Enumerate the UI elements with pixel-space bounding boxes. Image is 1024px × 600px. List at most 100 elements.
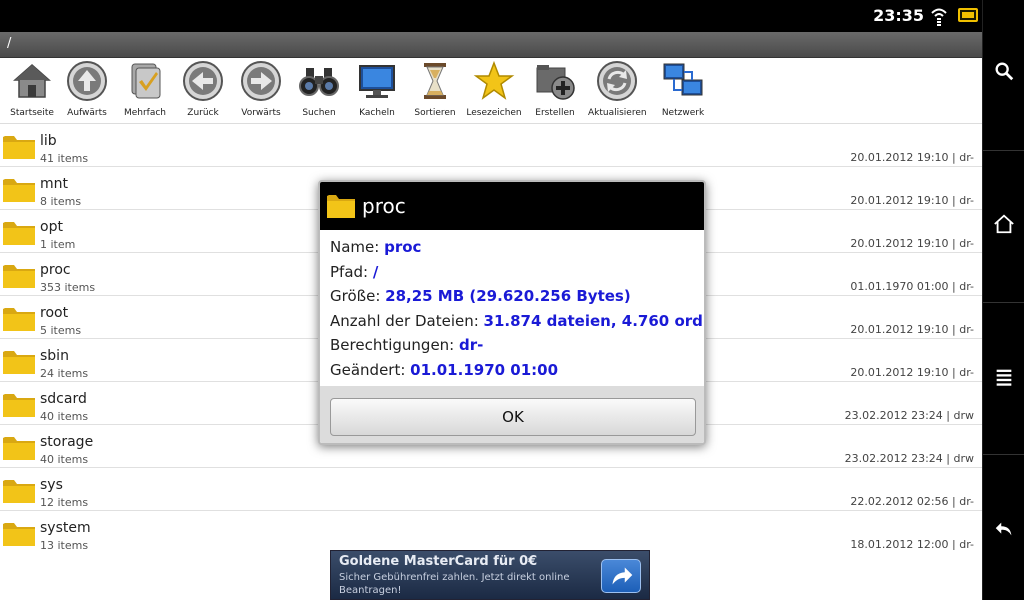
list-item[interactable]: sys 12 items 22.02.2012 02:56 | dr- bbox=[0, 468, 982, 511]
file-meta: 20.01.2012 19:10 | dr- bbox=[850, 151, 974, 164]
name-row: Name: proc bbox=[330, 238, 700, 263]
home-button[interactable]: Startseite bbox=[3, 60, 61, 122]
toolbar: Startseite Aufwärts Mehrfach Zurück Vorw… bbox=[0, 58, 982, 124]
file-count: 24 items bbox=[40, 367, 89, 380]
ad-text: Sicher Gebührenfrei zahlen. Jetzt direkt… bbox=[339, 572, 570, 596]
file-count: 13 items bbox=[40, 539, 89, 550]
file-count: 40 items bbox=[40, 410, 89, 423]
forward-label: Vorwärts bbox=[241, 108, 281, 118]
back-icon bbox=[995, 522, 1012, 536]
network-icon bbox=[663, 63, 703, 96]
nav-divider bbox=[983, 150, 1024, 151]
folder-icon bbox=[3, 351, 35, 374]
file-meta: 20.01.2012 19:10 | dr- bbox=[850, 237, 974, 250]
folder-icon bbox=[3, 179, 35, 202]
permissions-row: Berechtigungen: dr- bbox=[330, 336, 700, 361]
file-count: 353 items bbox=[40, 281, 96, 294]
file-name: sbin bbox=[40, 348, 69, 364]
up-button[interactable]: Aufwärts bbox=[58, 60, 116, 122]
folder-icon bbox=[327, 195, 355, 218]
properties-dialog: proc Name: proc Pfad: / Größe: 28,25 MB … bbox=[318, 180, 706, 445]
network-button[interactable]: Netzwerk bbox=[654, 60, 712, 122]
file-count: 1 item bbox=[40, 238, 76, 251]
multi-select-button[interactable]: Mehrfach bbox=[116, 60, 174, 122]
up-label: Aufwärts bbox=[67, 108, 107, 118]
permissions-label: Berechtigungen: bbox=[330, 336, 460, 354]
tiles-icon bbox=[359, 65, 395, 98]
modified-row: Geändert: 01.01.1970 01:00 bbox=[330, 361, 700, 386]
nav-divider bbox=[983, 302, 1024, 303]
menu-button[interactable] bbox=[983, 366, 1024, 394]
system-nav-bar bbox=[982, 0, 1024, 600]
folder-icon bbox=[3, 480, 35, 503]
network-label: Netzwerk bbox=[661, 108, 705, 118]
file-count-row: Anzahl der Dateien: 31.874 dateien, 4.76… bbox=[330, 312, 704, 337]
modified-value: 01.01.1970 01:00 bbox=[410, 360, 559, 379]
search-button[interactable] bbox=[983, 60, 1024, 88]
back-button[interactable]: Zurück bbox=[174, 60, 232, 122]
home-label: Startseite bbox=[10, 108, 54, 118]
hourglass-icon bbox=[424, 63, 446, 99]
current-path: / bbox=[7, 36, 12, 51]
list-item[interactable]: lib 41 items 20.01.2012 19:10 | dr- bbox=[0, 124, 982, 167]
home-nav-button[interactable] bbox=[983, 213, 1024, 241]
file-count: 5 items bbox=[40, 324, 82, 337]
ad-go-button[interactable] bbox=[601, 559, 641, 593]
menu-icon bbox=[996, 369, 1012, 386]
folder-icon bbox=[3, 265, 35, 288]
dialog-body: Name: proc Pfad: / Größe: 28,25 MB (29.6… bbox=[330, 238, 704, 386]
bookmarks-button[interactable]: Lesezeichen bbox=[465, 60, 523, 122]
ad-banner[interactable]: Goldene MasterCard für 0€ Sicher Gebühre… bbox=[330, 550, 650, 600]
search-button[interactable]: Suchen bbox=[290, 60, 348, 122]
tiles-label: Kacheln bbox=[359, 108, 395, 118]
folder-icon bbox=[3, 437, 35, 460]
create-folder-icon bbox=[536, 65, 575, 100]
folder-icon bbox=[3, 136, 35, 159]
create-label: Erstellen bbox=[535, 108, 575, 118]
search-label: Suchen bbox=[302, 108, 336, 118]
file-meta: 22.02.2012 02:56 | dr- bbox=[850, 495, 974, 508]
back-nav-button[interactable] bbox=[983, 518, 1024, 546]
file-meta: 18.01.2012 12:00 | dr- bbox=[850, 538, 974, 550]
refresh-button[interactable]: Aktualisieren bbox=[588, 60, 647, 122]
file-count-value: 31.874 dateien, 4.760 ordner bbox=[483, 311, 704, 330]
tiles-button[interactable]: Kacheln bbox=[348, 60, 406, 122]
refresh-label: Aktualisieren bbox=[588, 108, 647, 118]
name-value: proc bbox=[384, 238, 422, 256]
sort-label: Sortieren bbox=[414, 108, 456, 118]
file-count: 12 items bbox=[40, 496, 89, 509]
file-count: 40 items bbox=[40, 453, 89, 466]
forward-arrow-icon bbox=[241, 61, 281, 101]
forward-button[interactable]: Vorwärts bbox=[232, 60, 290, 122]
file-name: proc bbox=[40, 262, 71, 278]
back-arrow-icon bbox=[183, 61, 223, 101]
size-label: Größe: bbox=[330, 287, 386, 305]
folder-icon bbox=[3, 523, 35, 546]
bookmarks-label: Lesezeichen bbox=[466, 108, 522, 118]
file-name: root bbox=[40, 305, 69, 321]
wifi-icon bbox=[931, 8, 947, 26]
path-bar[interactable]: / bbox=[0, 32, 982, 58]
permissions-value: dr- bbox=[459, 336, 484, 354]
multi-select-icon bbox=[131, 63, 161, 99]
create-button[interactable]: Erstellen bbox=[526, 60, 584, 122]
list-item[interactable]: system 13 items 18.01.2012 12:00 | dr- bbox=[0, 511, 982, 550]
modified-label: Geändert: bbox=[330, 360, 411, 379]
share-arrow-icon bbox=[612, 567, 633, 585]
ok-button[interactable]: OK bbox=[330, 398, 696, 436]
binoculars-icon bbox=[299, 68, 339, 96]
file-meta: 20.01.2012 19:10 | dr- bbox=[850, 194, 974, 207]
file-name: mnt bbox=[40, 176, 68, 192]
dialog-header: proc bbox=[320, 182, 704, 230]
dialog-footer: OK bbox=[320, 386, 704, 443]
file-name: lib bbox=[40, 133, 57, 149]
up-arrow-icon bbox=[67, 61, 107, 101]
sort-button[interactable]: Sortieren bbox=[406, 60, 464, 122]
clock: 23:35 bbox=[873, 6, 924, 25]
ad-title: Goldene MasterCard für 0€ bbox=[339, 554, 538, 569]
file-meta: 23.02.2012 23:24 | drw bbox=[844, 409, 974, 422]
file-meta: 23.02.2012 23:24 | drw bbox=[844, 452, 974, 465]
file-count: 8 items bbox=[40, 195, 82, 208]
size-value: 28,25 MB (29.620.256 Bytes) bbox=[385, 287, 631, 305]
file-count: 41 items bbox=[40, 152, 89, 165]
